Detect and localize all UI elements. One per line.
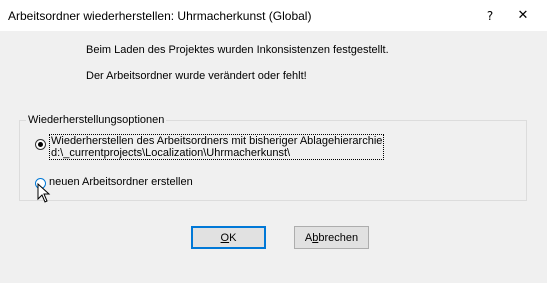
cancel-label-pre: A <box>304 231 313 244</box>
dialog-window: Arbeitsordner wiederherstellen: Uhrmache… <box>0 0 547 283</box>
close-button[interactable]: ✕ <box>500 0 546 31</box>
ok-accel: O <box>220 231 230 244</box>
close-icon: ✕ <box>517 8 529 23</box>
window-title: Arbeitsordner wiederherstellen: Uhrmache… <box>8 9 312 23</box>
message-folder-changed: Der Arbeitsordner wurde verändert oder f… <box>86 70 307 82</box>
message-inconsistency: Beim Laden des Projektes wurden Inkonsis… <box>86 44 389 56</box>
dialog-client-area: Beim Laden des Projektes wurden Inkonsis… <box>0 31 547 283</box>
new-folder-label[interactable]: neuen Arbeitsordner erstellen <box>49 176 193 188</box>
help-icon: ? <box>486 8 494 23</box>
cancel-button[interactable]: Ab brechen <box>294 226 369 249</box>
restore-folder-radio[interactable] <box>35 139 46 150</box>
recovery-options-legend: Wiederherstellungsoptionen <box>26 114 167 126</box>
cancel-label-rest: brechen <box>318 231 359 244</box>
title-bar[interactable]: Arbeitsordner wiederherstellen: Uhrmache… <box>0 0 547 32</box>
restore-folder-label-line1: Wiederherstellen des Arbeitsordners mit … <box>51 135 383 147</box>
restore-folder-path: d:\_currentprojects\Localization\Uhrmach… <box>51 147 291 159</box>
ok-label-rest: K <box>229 231 237 244</box>
ok-button[interactable]: OK <box>191 226 266 249</box>
recovery-options-group <box>19 120 527 201</box>
restore-folder-label[interactable]: Wiederherstellen des Arbeitsordners mit … <box>49 134 385 160</box>
mouse-cursor-icon <box>37 183 51 203</box>
